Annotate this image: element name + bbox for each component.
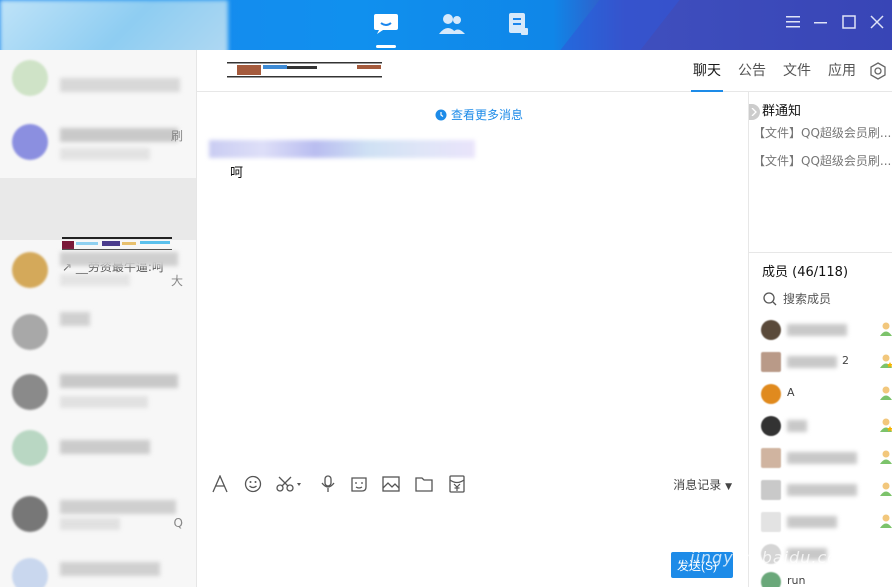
message-input[interactable] xyxy=(197,504,748,587)
window-controls xyxy=(784,12,886,32)
message-area: 查看更多消息 呵 xyxy=(197,92,748,464)
notice-item[interactable]: 【文件】QQ超级会员刷... xyxy=(753,152,891,169)
tab-files[interactable]: 文件 xyxy=(783,50,811,92)
load-more-link[interactable]: 查看更多消息 xyxy=(435,106,523,123)
input-toolbar: 消息记录 ▼ xyxy=(197,464,748,504)
list-item[interactable] xyxy=(0,364,196,426)
avatar xyxy=(12,60,48,96)
message-text: 呵 xyxy=(230,166,244,181)
tab-announcements[interactable]: 公告 xyxy=(738,50,766,92)
member-role-icon xyxy=(878,513,892,533)
admin-star-icon xyxy=(878,417,892,437)
message-history-button[interactable]: 消息记录 ▼ xyxy=(673,476,732,493)
avatar xyxy=(761,416,781,436)
list-item[interactable]: Q xyxy=(0,488,196,550)
member-row[interactable] xyxy=(759,478,892,502)
sticker-icon[interactable] xyxy=(348,474,370,494)
member-row[interactable] xyxy=(759,318,892,342)
folder-icon[interactable] xyxy=(413,474,435,494)
group-notice-title: 群通知 xyxy=(762,104,802,119)
member-role-icon xyxy=(878,321,892,341)
avatar xyxy=(761,512,781,532)
avatar xyxy=(761,384,781,404)
member-role-icon xyxy=(878,385,892,405)
search-icon xyxy=(763,291,777,305)
member-row[interactable] xyxy=(759,446,892,470)
blurred-chat-title xyxy=(227,62,382,80)
avatar xyxy=(12,430,48,466)
screenshot-scissors-icon[interactable] xyxy=(275,474,305,494)
notice-item[interactable]: 【文件】QQ超级会员刷... xyxy=(753,124,891,141)
tab-chat[interactable]: 聊天 xyxy=(691,50,723,92)
tab-apps[interactable]: 应用 xyxy=(828,50,856,92)
member-row[interactable]: run xyxy=(759,570,892,587)
member-role-icon xyxy=(878,449,892,469)
menu-icon[interactable] xyxy=(784,12,802,32)
list-item[interactable] xyxy=(0,550,196,587)
avatar xyxy=(761,320,781,340)
chat-bubble-icon[interactable] xyxy=(370,8,402,48)
chat-header: 聊天 公告 文件 应用 xyxy=(197,50,892,92)
collapse-panel-icon[interactable] xyxy=(749,104,760,120)
list-item-selected[interactable] xyxy=(0,178,196,240)
avatar xyxy=(12,314,48,350)
notes-icon[interactable] xyxy=(502,8,534,40)
minimize-icon[interactable] xyxy=(812,12,830,32)
admin-star-icon xyxy=(878,353,892,373)
chat-tabs: 聊天 公告 文件 应用 xyxy=(676,50,888,92)
list-item[interactable] xyxy=(0,426,196,488)
avatar xyxy=(761,448,781,468)
list-item[interactable]: 大 xyxy=(0,240,196,302)
avatar xyxy=(12,124,48,160)
group-info-panel: 群通知 【文件】QQ超级会员刷... 【文件】QQ超级会员刷... 成员 (46… xyxy=(748,92,892,587)
avatar xyxy=(12,496,48,532)
member-role-icon xyxy=(878,481,892,501)
member-row[interactable] xyxy=(759,510,892,534)
close-icon[interactable] xyxy=(868,12,886,32)
avatar xyxy=(12,252,48,288)
clock-icon xyxy=(435,109,447,120)
title-bar xyxy=(0,0,892,50)
member-row[interactable]: A xyxy=(759,382,892,406)
chevron-down-icon: ▼ xyxy=(725,482,732,492)
blurred-sender-name xyxy=(209,140,475,158)
image-icon[interactable] xyxy=(380,474,402,494)
member-row[interactable]: 2 xyxy=(759,350,892,374)
member-row[interactable] xyxy=(759,414,892,438)
emoji-icon[interactable] xyxy=(242,474,264,494)
settings-icon[interactable] xyxy=(868,61,888,81)
conversation-list: 刷 ↗ __劳资最牛逼:呵 大 Q xyxy=(0,50,197,587)
font-icon[interactable] xyxy=(209,474,231,494)
contacts-icon[interactable] xyxy=(436,8,468,40)
maximize-icon[interactable] xyxy=(840,12,858,32)
watermark: jingyan.baidu.com xyxy=(690,548,855,567)
avatar xyxy=(761,480,781,500)
avatar xyxy=(761,572,781,587)
members-count: 成员 (46/118) xyxy=(762,265,849,280)
avatar xyxy=(12,374,48,410)
avatar xyxy=(12,558,48,587)
list-item[interactable] xyxy=(0,50,196,112)
list-item[interactable]: 刷 xyxy=(0,110,196,172)
list-item[interactable] xyxy=(0,302,196,364)
blurred-group-avatar xyxy=(0,0,228,50)
member-search[interactable]: 搜索成员 xyxy=(763,290,831,307)
microphone-icon[interactable] xyxy=(317,474,339,494)
main-nav xyxy=(370,8,534,48)
red-packet-icon[interactable] xyxy=(446,474,468,494)
avatar xyxy=(761,352,781,372)
